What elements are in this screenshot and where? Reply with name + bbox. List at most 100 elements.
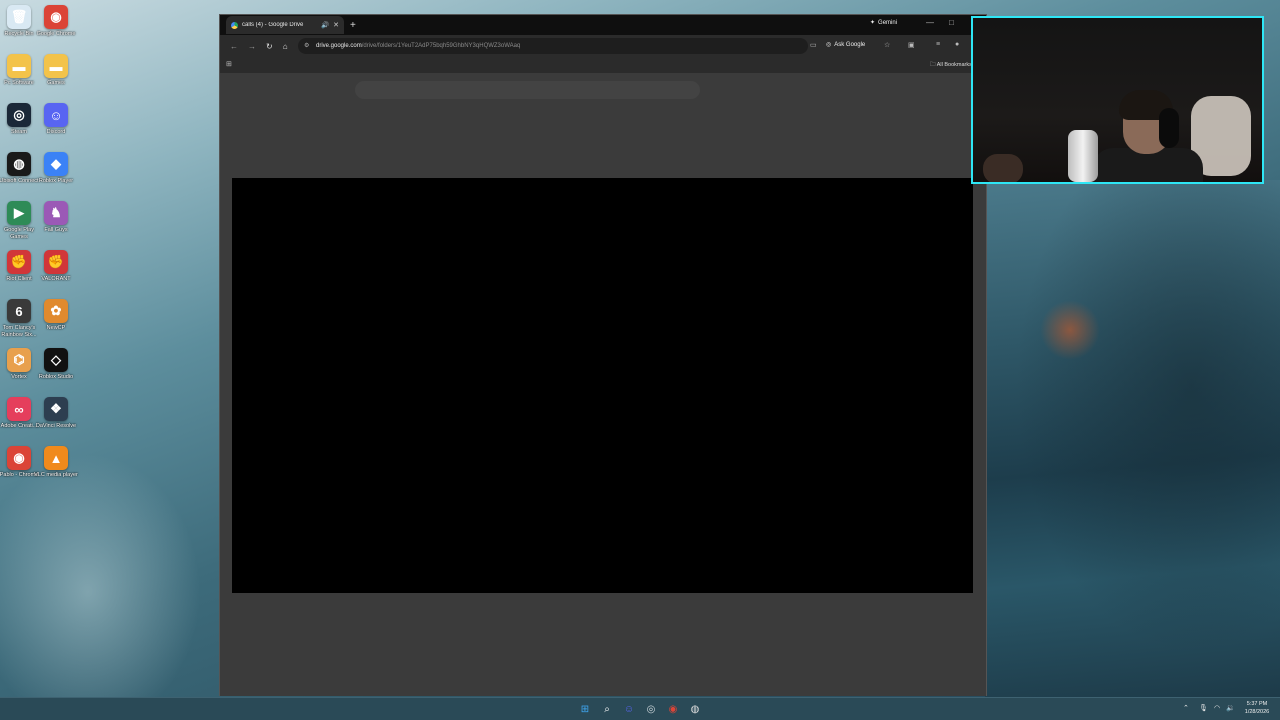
- rainbow-six-icon: 6: [7, 299, 31, 323]
- clock-time: 5:37 PM: [1246, 701, 1268, 707]
- address-bar[interactable]: ⚙ drive.google.com /drive/folders/1YeuT2…: [298, 38, 808, 54]
- taskbar: ⊞ ⌕ ☺ ◎ ◉ ◍ ⌃ 🎙 ◠ 🔉 5:37 PM 1/28/2026: [0, 697, 1280, 720]
- discord-icon[interactable]: ☺: [622, 702, 636, 716]
- desktop-icon[interactable]: ◆ Roblox Player: [37, 152, 75, 185]
- microphone-tray-icon[interactable]: 🎙: [1199, 704, 1208, 712]
- taskbar-clock[interactable]: 5:37 PM 1/28/2026: [1238, 701, 1276, 716]
- search-icon[interactable]: ⌕: [600, 702, 614, 716]
- desktop-icon-label: NewCP: [46, 325, 66, 331]
- desktop-icon[interactable]: ◉ Google Chrome: [37, 5, 75, 38]
- desktop-icon[interactable]: ▬ Games: [37, 54, 75, 87]
- desktop-icon-label: Roblox Studio: [38, 374, 74, 380]
- site-info-icon[interactable]: ⚙: [304, 42, 309, 49]
- desktop-icon[interactable]: 🗑 Recycle Bin: [0, 5, 38, 38]
- minimize-button[interactable]: —: [926, 18, 934, 27]
- desktop-icon[interactable]: ◍ Ubisoft Connect: [0, 152, 39, 185]
- google-drive-favicon-icon: [231, 21, 238, 29]
- fall-guys-icon: ♞: [44, 201, 68, 225]
- desktop-icon[interactable]: ▬ Pc Software: [0, 54, 38, 87]
- sidepanel-icon[interactable]: ▣: [908, 41, 915, 49]
- desktop-icon[interactable]: ▶ Google Play Games: [0, 201, 38, 240]
- windows-start-icon[interactable]: ⊞: [578, 702, 592, 716]
- gemini-label: Gemini: [878, 19, 898, 26]
- new-tab-button[interactable]: +: [350, 20, 356, 31]
- close-tab-icon[interactable]: ✕: [333, 21, 339, 29]
- forward-icon[interactable]: →: [248, 42, 256, 51]
- all-bookmarks-button[interactable]: 🗀 All Bookmarks: [930, 61, 972, 70]
- video-preview-player[interactable]: [232, 178, 973, 593]
- desktop-icon[interactable]: ♞ Fall Guys: [37, 201, 75, 234]
- discord-icon: ☺: [44, 103, 68, 127]
- valorant-icon: ✊: [44, 250, 68, 274]
- desktop-icon[interactable]: ◎ Steam: [0, 103, 38, 136]
- desktop-icon-label: VALORANT: [41, 276, 71, 282]
- sparkle-icon: ✦: [870, 20, 876, 26]
- profile-avatar-icon[interactable]: ●: [955, 41, 959, 48]
- desktop-icon-label: DaVinci Resolve: [35, 423, 77, 429]
- microphone-icon: [1068, 130, 1098, 182]
- volume-icon[interactable]: 🔉: [1226, 704, 1235, 712]
- desktop-icon[interactable]: ⌬ Vortex: [0, 348, 38, 381]
- folder-icon: ▬: [44, 54, 68, 78]
- desktop-icon[interactable]: ❖ DaVinci Resolve: [35, 397, 77, 430]
- bookmark-star-icon[interactable]: ☆: [884, 41, 890, 49]
- steam-icon[interactable]: ◎: [644, 702, 658, 716]
- vortex-icon: ⌬: [7, 348, 31, 372]
- desktop-icon-label: Fall Guys: [44, 227, 68, 233]
- bookmarks-bar: ⊞ 🗀 All Bookmarks: [220, 57, 986, 73]
- roblox-studio-icon: ◇: [44, 348, 68, 372]
- drive-search-ghost: [355, 81, 700, 99]
- maximize-button[interactable]: □: [949, 18, 954, 27]
- desktop-icon[interactable]: ✊ VALORANT: [37, 250, 75, 283]
- folder-icon: 🗀: [930, 62, 937, 68]
- back-icon[interactable]: ←: [230, 42, 238, 51]
- tab-title: calls (4) - Google Drive: [242, 22, 304, 28]
- apps-grid-icon[interactable]: ⊞: [226, 60, 232, 68]
- roblox-player-icon: ◆: [44, 152, 68, 176]
- url-path: /drive/folders/1YeuT2AdP75bqh59GhbNY3qHQ…: [361, 43, 521, 49]
- newcp-icon: ✿: [44, 299, 68, 323]
- adobe-creative-cloud-icon: ∞: [7, 397, 31, 421]
- speaker-icon[interactable]: 🔊: [321, 21, 329, 29]
- webcam-overlay: [971, 16, 1264, 184]
- gemini-button[interactable]: ✦ Gemini: [870, 19, 898, 27]
- lens-icon: ◎: [826, 42, 832, 48]
- ubisoft-icon: ◍: [7, 152, 31, 176]
- browser-titlebar: calls (4) - Google Drive 🔊 ✕ + ✦ Gemini …: [220, 15, 986, 35]
- browser-window: calls (4) - Google Drive 🔊 ✕ + ✦ Gemini …: [219, 14, 987, 696]
- tray-chevron-icon[interactable]: ⌃: [1183, 704, 1189, 712]
- obs-icon[interactable]: ◍: [688, 702, 702, 716]
- desktop-icon-label: VLC media player: [34, 472, 78, 478]
- desktop-wallpaper-cliff: [985, 180, 1280, 700]
- url-host: drive.google.com: [316, 43, 362, 49]
- google-play-games-icon: ▶: [7, 201, 31, 225]
- desktop-icon[interactable]: ☺ Discord: [37, 103, 75, 136]
- all-bookmarks-label: All Bookmarks: [936, 62, 972, 68]
- desktop-icon[interactable]: ◇ Roblox Studio: [37, 348, 75, 381]
- desktop-icon-label: Roblox Player: [38, 178, 74, 184]
- ask-google-label: Ask Google: [834, 41, 866, 48]
- chrome-icon: ◉: [44, 5, 68, 29]
- desktop-icon[interactable]: ▲ VLC media player: [34, 446, 78, 479]
- reload-icon[interactable]: ↻: [266, 42, 273, 51]
- desktop-icon-label: Discord: [46, 129, 66, 135]
- vlc-icon: ▲: [44, 446, 68, 470]
- wifi-icon[interactable]: ◠: [1214, 704, 1220, 712]
- chrome-icon: ◉: [7, 446, 31, 470]
- home-icon[interactable]: ⌂: [283, 42, 288, 51]
- cast-icon[interactable]: ▭: [810, 41, 817, 49]
- desktop-icon[interactable]: ✿ NewCP: [37, 299, 75, 332]
- desktop-icon[interactable]: ✊ Riot Client: [0, 250, 38, 283]
- desktop-wallpaper-accent: [1040, 300, 1100, 360]
- chrome-icon[interactable]: ◉: [666, 702, 680, 716]
- recycle-bin-icon: 🗑: [7, 5, 31, 29]
- desktop-icon[interactable]: ∞ Adobe Creati...: [0, 397, 38, 430]
- riot-client-icon: ✊: [7, 250, 31, 274]
- desktop-icon[interactable]: 6 Tom Clancy's Rainbow Six...: [0, 299, 38, 338]
- browser-tab[interactable]: calls (4) - Google Drive 🔊 ✕: [226, 16, 344, 34]
- ask-google-button[interactable]: ◎ Ask Google: [826, 41, 866, 49]
- davinci-resolve-icon: ❖: [44, 397, 68, 421]
- extensions-icon[interactable]: ≡: [936, 41, 940, 48]
- desktop-icon[interactable]: ◉ Pablo - Chrome: [0, 446, 38, 479]
- clock-date: 1/28/2026: [1244, 708, 1270, 715]
